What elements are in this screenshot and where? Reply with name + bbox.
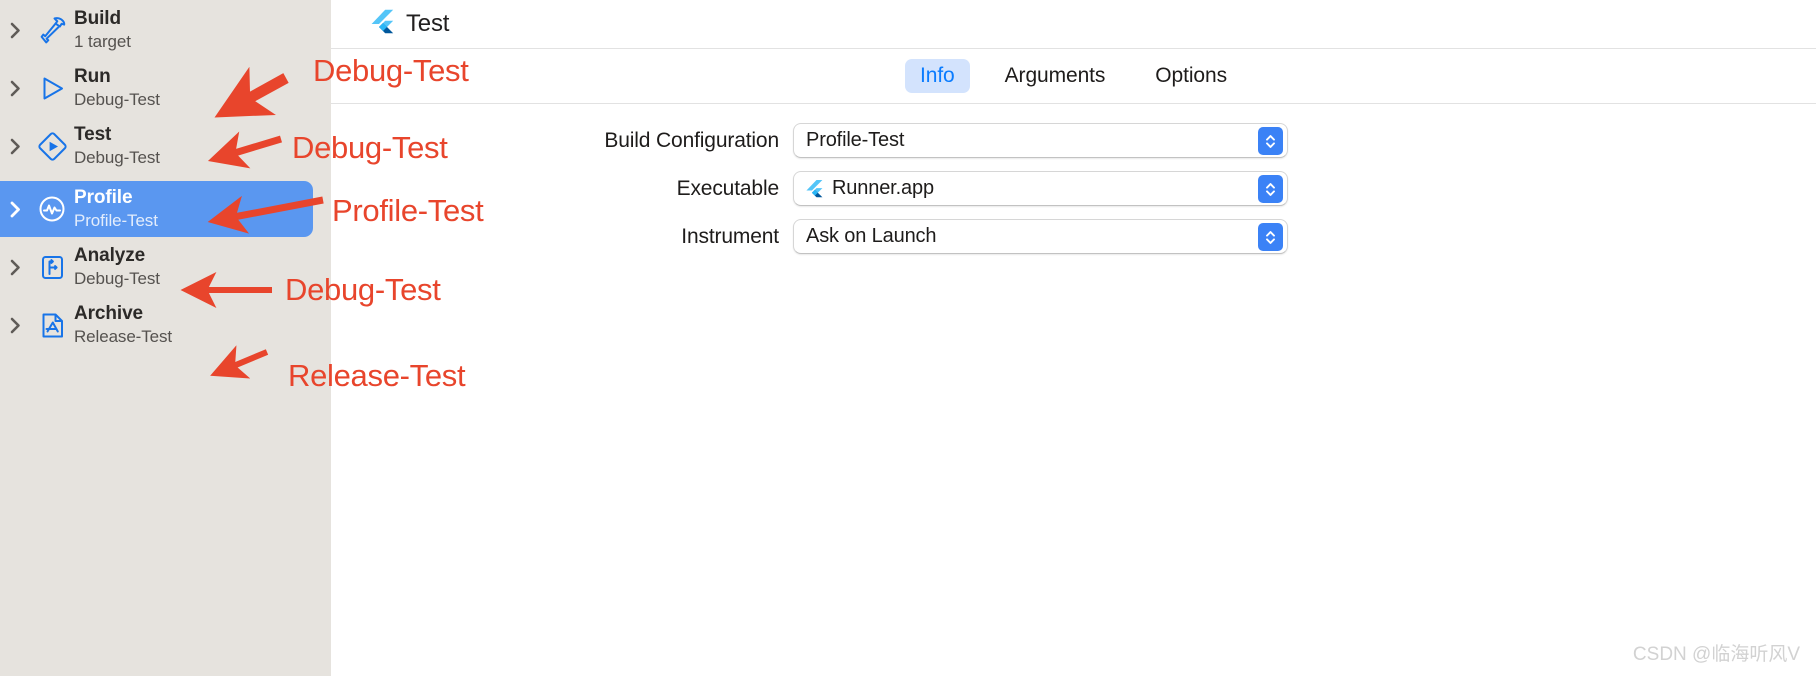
flutter-logo-icon: [806, 179, 823, 199]
stepper-up-down-icon[interactable]: [1258, 127, 1283, 155]
info-form: Build Configuration Profile-Test Executa…: [331, 103, 1816, 254]
page-title: Test: [406, 10, 450, 37]
sidebar-item-subtitle: Release-Test: [74, 327, 173, 347]
flutter-logo-icon: [371, 9, 394, 40]
build-configuration-value: Profile-Test: [806, 129, 905, 151]
sidebar-item-text: Test Debug-Test: [74, 124, 160, 167]
chevron-right-icon[interactable]: [0, 259, 30, 276]
stepper-up-down-icon[interactable]: [1258, 223, 1283, 251]
sidebar-item-subtitle: Debug-Test: [74, 148, 160, 168]
sidebar-item-text: Analyze Debug-Test: [74, 245, 160, 288]
executable-value: Runner.app: [832, 177, 934, 199]
stepper-up-down-icon[interactable]: [1258, 175, 1283, 203]
tab-info[interactable]: Info: [905, 59, 970, 93]
chevron-right-icon[interactable]: [0, 317, 30, 334]
sidebar-item-text: Profile Profile-Test: [74, 187, 158, 230]
chevron-right-icon[interactable]: [0, 138, 30, 155]
sidebar-item-title: Run: [74, 66, 111, 88]
gauge-icon: [30, 193, 74, 225]
sidebar-item-text: Run Debug-Test: [74, 66, 160, 109]
sidebar-item-subtitle: Profile-Test: [74, 211, 158, 231]
sidebar-item-title: Build: [74, 8, 121, 30]
build-configuration-label: Build Configuration: [604, 128, 779, 152]
sidebar-item-analyze[interactable]: Analyze Debug-Test: [0, 239, 313, 295]
chevron-right-icon[interactable]: [0, 22, 30, 39]
tab-options[interactable]: Options: [1140, 59, 1242, 93]
play-icon: [30, 73, 74, 104]
instrument-select[interactable]: Ask on Launch: [793, 219, 1288, 254]
tab-bar: Info Arguments Options: [331, 49, 1816, 103]
form-row-executable: Executable Runner.app: [331, 171, 1816, 206]
sidebar-item-subtitle: 1 target: [74, 32, 131, 52]
form-row-build-configuration: Build Configuration Profile-Test: [331, 123, 1816, 158]
sidebar-item-title: Test: [74, 124, 112, 146]
archive-icon: [30, 310, 74, 341]
sidebar-item-title: Analyze: [74, 245, 146, 267]
instrument-value: Ask on Launch: [806, 225, 937, 247]
sidebar-item-title: Archive: [74, 303, 144, 325]
diamond-play-icon: [30, 130, 74, 163]
instrument-label: Instrument: [681, 224, 779, 248]
scheme-actions-sidebar: Build 1 target Run Debug-Test Test Debug…: [0, 0, 331, 676]
sidebar-item-subtitle: Debug-Test: [74, 269, 160, 289]
scheme-titlebar: Test: [331, 0, 1816, 48]
scheme-detail-pane: Test Info Arguments Options Build Config…: [331, 0, 1816, 676]
chevron-right-icon[interactable]: [0, 201, 30, 218]
form-row-instrument: Instrument Ask on Launch: [331, 219, 1816, 254]
sidebar-item-build[interactable]: Build 1 target: [0, 2, 313, 58]
analyze-icon: [30, 252, 74, 283]
executable-label: Executable: [676, 176, 780, 200]
build-configuration-select[interactable]: Profile-Test: [793, 123, 1288, 158]
sidebar-item-run[interactable]: Run Debug-Test: [0, 60, 313, 116]
sidebar-item-profile[interactable]: Profile Profile-Test: [0, 181, 313, 237]
sidebar-item-text: Archive Release-Test: [74, 303, 172, 346]
sidebar-item-test[interactable]: Test Debug-Test: [0, 118, 313, 174]
executable-select[interactable]: Runner.app: [793, 171, 1288, 206]
watermark: CSDN @临海听风V: [1632, 644, 1800, 665]
sidebar-item-archive[interactable]: Archive Release-Test: [0, 297, 313, 353]
hammer-icon: [30, 15, 74, 46]
sidebar-item-text: Build 1 target: [74, 8, 131, 51]
sidebar-item-subtitle: Debug-Test: [74, 90, 160, 110]
tab-arguments[interactable]: Arguments: [990, 59, 1121, 93]
chevron-right-icon[interactable]: [0, 80, 30, 97]
sidebar-item-title: Profile: [74, 187, 133, 209]
